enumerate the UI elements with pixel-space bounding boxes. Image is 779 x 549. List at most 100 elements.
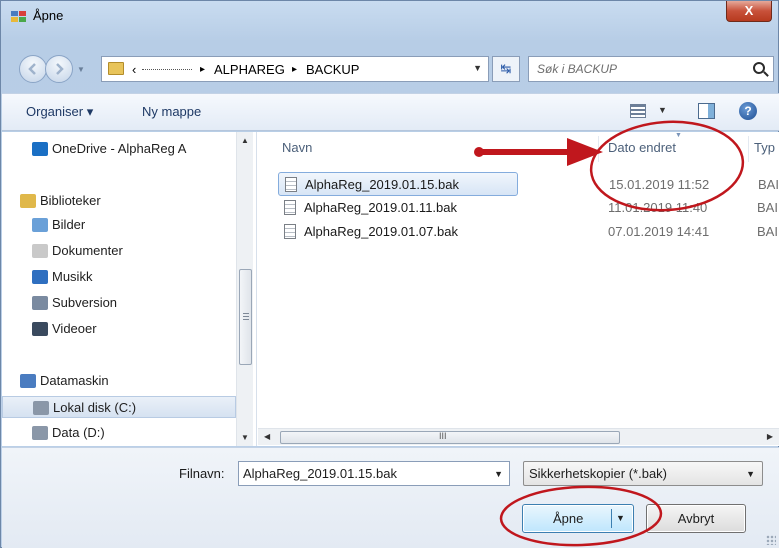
breadcrumb-separator: ▸ (200, 64, 206, 75)
title-bar[interactable]: Åpne X (1, 1, 778, 31)
sidebar-item[interactable]: Bilder (2, 214, 236, 236)
view-options-icon[interactable] (630, 104, 646, 118)
filename-label: Filnavn: (179, 466, 225, 481)
organize-button[interactable]: Organiser ▾ (26, 104, 93, 120)
sidebar-item-label: Datamaskin (40, 373, 109, 388)
search-icon[interactable] (753, 62, 765, 74)
preview-pane-icon[interactable] (698, 103, 715, 119)
breadcrumb-backup[interactable]: BACKUP (306, 62, 359, 77)
open-options-dropdown-icon[interactable]: ▼ (616, 513, 625, 523)
subversion-icon (32, 296, 48, 310)
library-icon (20, 194, 36, 208)
sidebar-item[interactable]: Datamaskin (2, 370, 236, 392)
scroll-up-icon[interactable]: ▲ (241, 136, 249, 145)
drive-d-icon (32, 426, 48, 440)
split-divider (611, 509, 612, 528)
breadcrumb-obscured (142, 68, 192, 70)
refresh-button[interactable]: ↹ (492, 56, 520, 82)
search-box[interactable]: Søk i BACKUP (528, 56, 774, 82)
navigation-bar: ▼ ‹ ▸ ALPHAREG ▸ BACKUP ▼ ↹ Søk i BACKUP (1, 49, 778, 89)
sidebar-item[interactable]: Lokal disk (C:) (2, 396, 236, 418)
grip-icon (243, 313, 249, 321)
sidebar-item-label: Bilder (52, 217, 86, 232)
recent-locations-dropdown[interactable]: ▼ (77, 65, 85, 74)
scrollbar-thumb[interactable]: III (280, 431, 620, 444)
sidebar-item[interactable]: OneDrive - AlphaReg A (2, 138, 236, 160)
file-date: 11.01.2019 11:40 (608, 200, 708, 215)
command-bar: Organiser ▾ Ny mappe ▼ ? (2, 93, 779, 131)
filename-dropdown-icon[interactable]: ▼ (494, 469, 503, 479)
back-button[interactable] (19, 55, 47, 83)
column-divider[interactable] (598, 136, 599, 162)
close-button[interactable]: X (726, 1, 772, 22)
pictures-icon (32, 218, 48, 232)
sidebar-item-label: OneDrive - AlphaReg A (52, 141, 187, 156)
breadcrumb-separator: ▸ (292, 64, 298, 75)
filetype-select[interactable]: Sikkerhetskopier (*.bak) ▼ (523, 461, 763, 486)
document-icon (285, 177, 297, 192)
sidebar-item[interactable]: Data (D:) (2, 422, 236, 444)
file-name: AlphaReg_2019.01.11.bak (304, 200, 457, 215)
view-dropdown-icon[interactable]: ▼ (658, 105, 667, 115)
search-input[interactable]: Søk i BACKUP (537, 62, 617, 76)
dialog-footer: Filnavn: AlphaReg_2019.01.15.bak ▼ Sikke… (2, 447, 779, 548)
forward-button[interactable] (45, 55, 73, 83)
sort-indicator-icon: ▼ (675, 132, 682, 139)
filename-value[interactable]: AlphaReg_2019.01.15.bak (243, 466, 397, 481)
sidebar-item[interactable]: Biblioteker (2, 190, 236, 212)
scroll-left-icon[interactable]: ◀ (264, 432, 270, 441)
filetype-value: Sikkerhetskopier (*.bak) (529, 466, 667, 481)
column-divider[interactable] (748, 136, 749, 162)
sidebar-item[interactable]: Subversion (2, 292, 236, 314)
cancel-button[interactable]: Avbryt (646, 504, 746, 533)
file-name: AlphaReg_2019.01.15.bak (305, 177, 459, 192)
sidebar-item-label: Data (D:) (52, 425, 105, 440)
column-header-date[interactable]: Dato endret (608, 140, 676, 155)
breadcrumb-alphareg[interactable]: ALPHAREG (214, 62, 285, 77)
scrollbar-thumb[interactable] (239, 269, 252, 365)
folder-icon (108, 62, 124, 75)
help-icon[interactable]: ? (739, 102, 757, 120)
address-dropdown-icon[interactable]: ▼ (473, 63, 482, 73)
address-bar[interactable]: ‹ ▸ ALPHAREG ▸ BACKUP ▼ (101, 56, 489, 82)
drive-c-icon (33, 401, 49, 415)
file-row[interactable]: AlphaReg_2019.01.15.bak 15.01.2019 11:52 B… (278, 172, 779, 196)
column-header-name[interactable]: Navn (282, 140, 312, 155)
browser-area: OneDrive - AlphaReg A Biblioteker Bilder Do… (2, 132, 779, 446)
open-button[interactable]: Åpne ▼ (522, 504, 634, 533)
sidebar-item-label: Dokumenter (52, 243, 123, 258)
file-type: BAI (757, 200, 778, 215)
filetype-dropdown-icon[interactable]: ▼ (746, 469, 755, 479)
file-date: 07.01.2019 14:41 (608, 224, 710, 239)
arrow-right-icon (56, 63, 64, 75)
file-row[interactable]: AlphaReg_2019.01.11.bak 11.01.2019 11:40 B… (278, 196, 779, 220)
file-row[interactable]: AlphaReg_2019.01.07.bak 07.01.2019 14:41 B… (278, 220, 779, 244)
new-folder-button[interactable]: Ny mappe (142, 104, 201, 119)
sidebar-item-label: Lokal disk (C:) (53, 400, 137, 415)
file-type: BAI (758, 177, 779, 192)
grip-icon: III (439, 431, 447, 441)
file-type: BAI (757, 224, 778, 239)
window-title: Åpne (33, 8, 64, 23)
document-icon (284, 224, 296, 239)
document-icon (284, 200, 296, 215)
navigation-scrollbar[interactable]: ▲ ▼ (236, 132, 253, 446)
filename-field[interactable]: AlphaReg_2019.01.15.bak ▼ (238, 461, 510, 486)
open-button-label: Åpne (553, 511, 584, 526)
open-folder-icon (11, 11, 26, 22)
videos-icon (32, 322, 48, 336)
music-icon (32, 270, 48, 284)
sidebar-item-label: Biblioteker (40, 193, 101, 208)
column-header-type[interactable]: Typ (754, 140, 775, 155)
scroll-down-icon[interactable]: ▼ (241, 433, 249, 442)
sidebar-item[interactable]: Videoer (2, 318, 236, 340)
sidebar-item-label: Videoer (52, 321, 97, 336)
scroll-right-icon[interactable]: ▶ (767, 432, 773, 441)
onedrive-icon (32, 142, 48, 156)
sidebar-item[interactable]: Musikk (2, 266, 236, 288)
arrow-left-icon (28, 63, 36, 75)
sidebar-item[interactable]: Dokumenter (2, 240, 236, 262)
breadcrumb-hidden[interactable]: ‹ (132, 62, 136, 77)
resize-grip-icon[interactable] (766, 535, 776, 545)
file-list-scrollbar[interactable]: ◀ III ▶ (258, 428, 779, 445)
